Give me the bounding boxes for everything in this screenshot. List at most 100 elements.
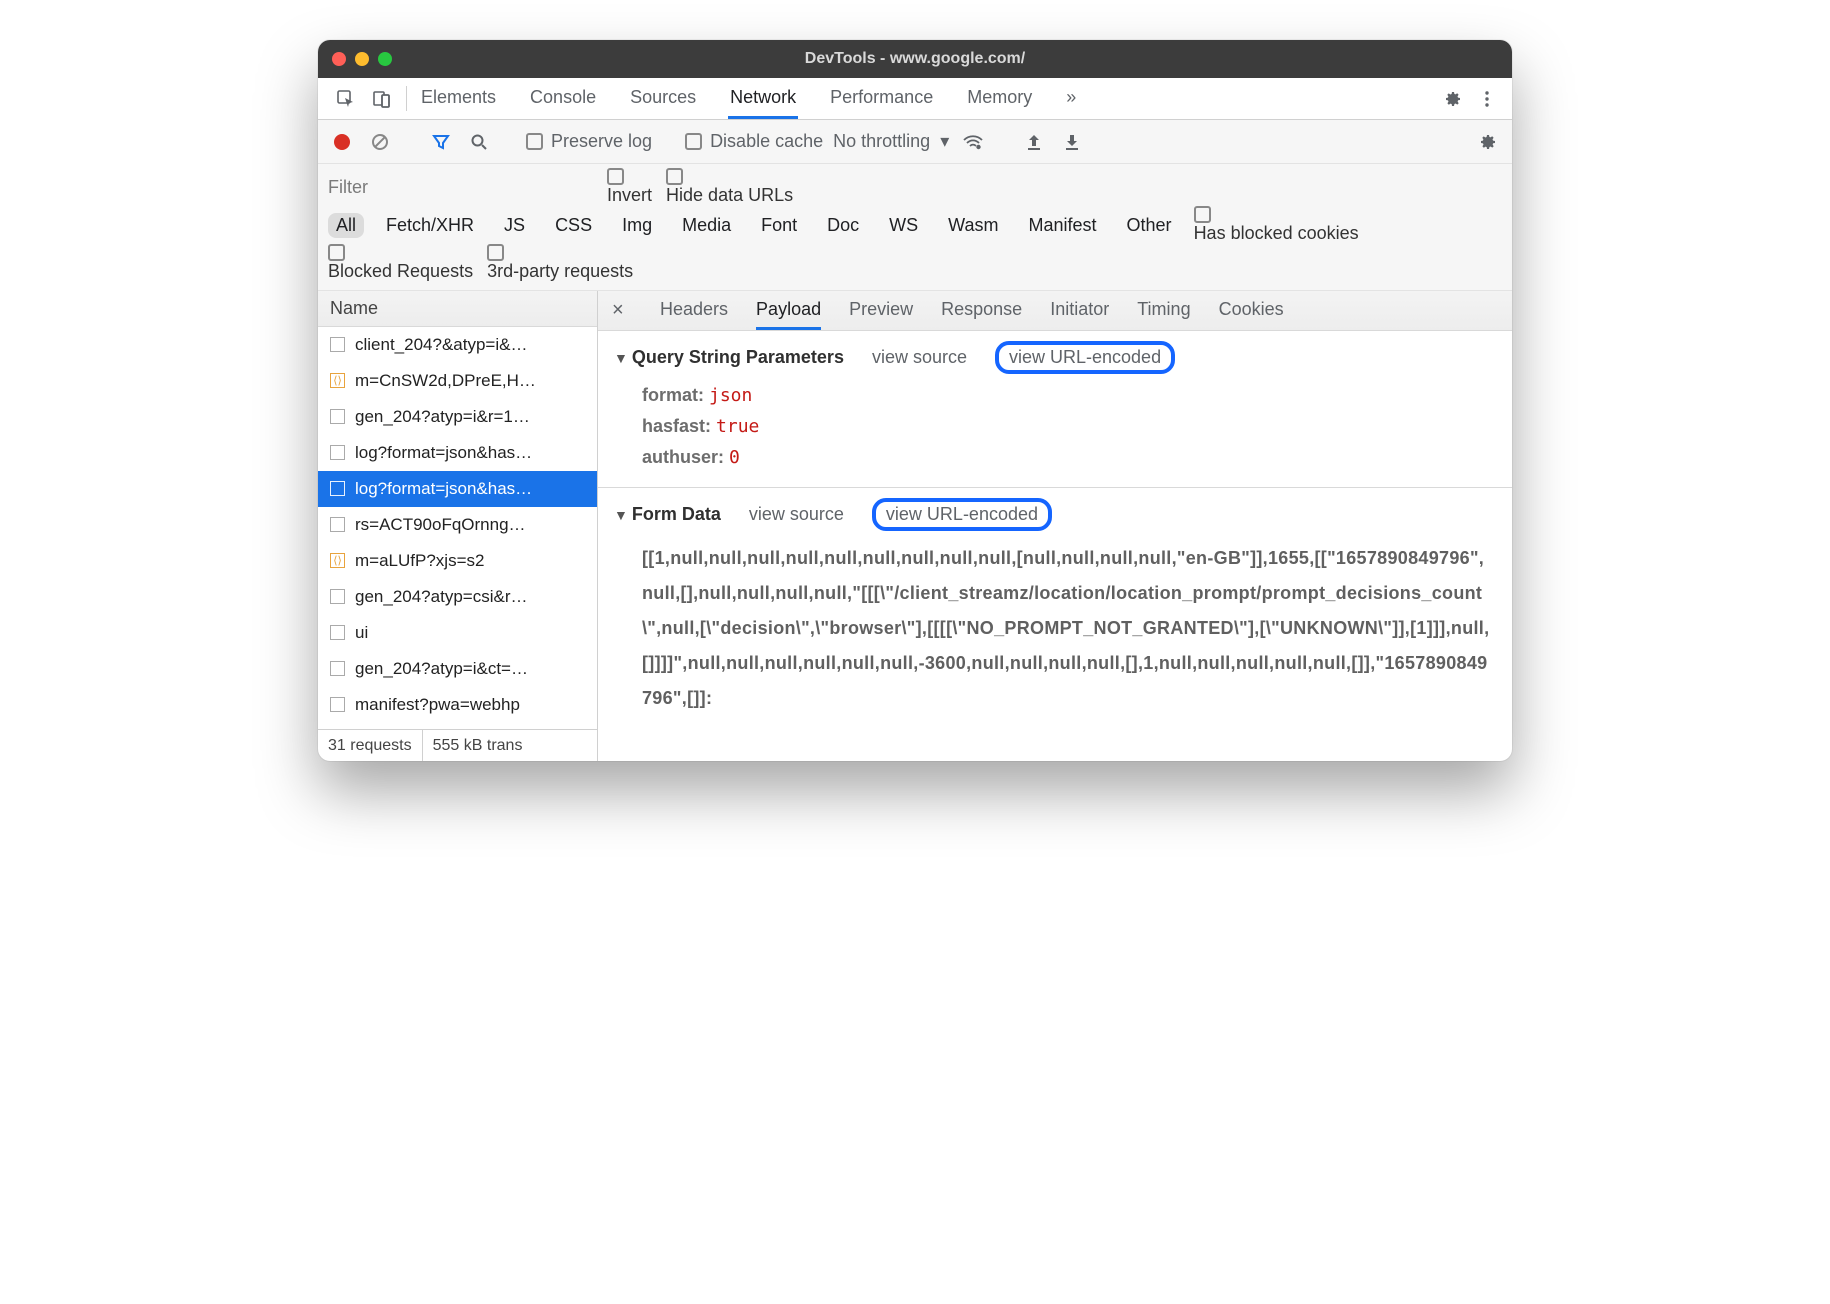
detail-tab-headers[interactable]: Headers — [660, 291, 728, 330]
detail-tab-initiator[interactable]: Initiator — [1050, 291, 1109, 330]
status-transfer: 555 kB trans — [423, 737, 533, 755]
form-data-section: ▼Form Data view source view URL-encoded … — [598, 487, 1512, 730]
request-row[interactable]: ⟨⟩m=CnSW2d,DPreE,H… — [318, 363, 597, 399]
detail-tab-cookies[interactable]: Cookies — [1219, 291, 1284, 330]
filter-icon[interactable] — [427, 133, 455, 151]
invert-label: Invert — [607, 185, 652, 205]
more-tabs-icon[interactable]: » — [1064, 78, 1078, 119]
checkbox-icon — [328, 244, 345, 261]
close-window-button[interactable] — [332, 52, 346, 66]
throttling-select[interactable]: No throttling ▾ — [833, 131, 949, 152]
status-requests: 31 requests — [318, 737, 422, 755]
clear-icon[interactable] — [366, 132, 394, 152]
disclosure-triangle-icon[interactable]: ▼Query String Parameters — [614, 347, 844, 368]
inspect-element-icon[interactable] — [328, 78, 364, 119]
detail-tab-payload[interactable]: Payload — [756, 291, 821, 330]
upload-har-icon[interactable] — [1020, 133, 1048, 151]
close-icon[interactable]: × — [612, 291, 632, 330]
disable-cache-checkbox[interactable]: Disable cache — [685, 131, 823, 152]
request-row[interactable]: manifest?pwa=webhp — [318, 687, 597, 723]
has-blocked-cookies-checkbox[interactable]: Has blocked cookies — [1194, 206, 1359, 244]
detail-tab-timing[interactable]: Timing — [1137, 291, 1190, 330]
request-list: Name client_204?&atyp=i&… ⟨⟩m=CnSW2d,DPre… — [318, 291, 598, 761]
checkbox-icon — [487, 244, 504, 261]
query-param: authuser: 0 — [642, 442, 1496, 473]
tab-sources[interactable]: Sources — [628, 78, 698, 119]
type-filter-other[interactable]: Other — [1119, 213, 1180, 238]
query-param: format: json — [642, 380, 1496, 411]
type-filter-media[interactable]: Media — [674, 213, 739, 238]
tab-network[interactable]: Network — [728, 78, 798, 119]
request-row[interactable]: gen_204?atyp=csi&r… — [318, 579, 597, 615]
param-key: format: — [642, 385, 709, 405]
detail-tab-preview[interactable]: Preview — [849, 291, 913, 330]
request-row[interactable]: rs=ACT90oFqOrnng… — [318, 507, 597, 543]
type-filter-img[interactable]: Img — [614, 213, 660, 238]
third-party-checkbox[interactable]: 3rd-party requests — [487, 244, 633, 282]
request-row[interactable]: log?format=json&has… — [318, 435, 597, 471]
script-file-icon: ⟨⟩ — [330, 373, 345, 388]
device-toolbar-icon[interactable] — [364, 78, 400, 119]
main-tabs-bar: Elements Console Sources Network Perform… — [318, 78, 1512, 120]
request-row[interactable]: log?format=json&has… — [318, 471, 597, 507]
type-filter-fetch-xhr[interactable]: Fetch/XHR — [378, 213, 482, 238]
tab-memory[interactable]: Memory — [965, 78, 1034, 119]
view-url-encoded-link[interactable]: view URL-encoded — [872, 498, 1052, 531]
chevron-down-icon: ▾ — [940, 131, 949, 152]
view-url-encoded-link[interactable]: view URL-encoded — [995, 341, 1175, 374]
request-row[interactable]: ⟨⟩m=aLUfP?xjs=s2 — [318, 543, 597, 579]
document-file-icon — [330, 589, 345, 604]
column-header-name[interactable]: Name — [318, 291, 597, 327]
request-name: gen_204?atyp=csi&r… — [355, 587, 527, 607]
request-row[interactable]: client_204?&atyp=i&… — [318, 327, 597, 363]
request-row[interactable]: gen_204?atyp=i&ct=… — [318, 651, 597, 687]
type-filter-font[interactable]: Font — [753, 213, 805, 238]
param-key: authuser: — [642, 447, 729, 467]
download-har-icon[interactable] — [1058, 133, 1086, 151]
request-detail: × Headers Payload Preview Response Initi… — [598, 291, 1512, 761]
throttling-value: No throttling — [833, 131, 930, 152]
document-file-icon — [330, 661, 345, 676]
type-filter-manifest[interactable]: Manifest — [1021, 213, 1105, 238]
preserve-log-checkbox[interactable]: Preserve log — [526, 131, 652, 152]
network-conditions-icon[interactable] — [959, 133, 987, 151]
view-source-link[interactable]: view source — [749, 504, 844, 525]
type-filter-doc[interactable]: Doc — [819, 213, 867, 238]
record-button[interactable] — [328, 134, 356, 150]
third-party-label: 3rd-party requests — [487, 261, 633, 281]
query-string-section: ▼Query String Parameters view source vie… — [598, 331, 1512, 487]
detail-tab-response[interactable]: Response — [941, 291, 1022, 330]
request-name: log?format=json&has… — [355, 443, 532, 463]
hide-data-urls-checkbox[interactable]: Hide data URLs — [666, 168, 793, 206]
disclosure-triangle-icon[interactable]: ▼Form Data — [614, 504, 721, 525]
type-filter-ws[interactable]: WS — [881, 213, 926, 238]
tab-performance[interactable]: Performance — [828, 78, 935, 119]
view-source-link[interactable]: view source — [872, 347, 967, 368]
blocked-requests-checkbox[interactable]: Blocked Requests — [328, 244, 473, 282]
tab-elements[interactable]: Elements — [419, 78, 498, 119]
tab-console[interactable]: Console — [528, 78, 598, 119]
request-row[interactable]: ui — [318, 615, 597, 651]
gear-icon[interactable] — [1474, 132, 1502, 152]
request-name: manifest?pwa=webhp — [355, 695, 520, 715]
type-filter-js[interactable]: JS — [496, 213, 533, 238]
filter-input[interactable] — [328, 173, 593, 201]
gear-icon[interactable] — [1436, 89, 1470, 109]
invert-checkbox[interactable]: Invert — [607, 168, 652, 206]
param-key: hasfast: — [642, 416, 716, 436]
param-value: true — [716, 416, 759, 437]
kebab-menu-icon[interactable] — [1470, 89, 1504, 109]
type-filter-all[interactable]: All — [328, 213, 364, 238]
hide-data-urls-label: Hide data URLs — [666, 185, 793, 205]
zoom-window-button[interactable] — [378, 52, 392, 66]
type-filter-css[interactable]: CSS — [547, 213, 600, 238]
request-name: client_204?&atyp=i&… — [355, 335, 527, 355]
minimize-window-button[interactable] — [355, 52, 369, 66]
type-filter-wasm[interactable]: Wasm — [940, 213, 1006, 238]
query-param: hasfast: true — [642, 411, 1496, 442]
content-area: Name client_204?&atyp=i&… ⟨⟩m=CnSW2d,DPre… — [318, 291, 1512, 761]
titlebar: DevTools - www.google.com/ — [318, 40, 1512, 78]
request-row[interactable]: gen_204?atyp=i&r=1… — [318, 399, 597, 435]
separator — [406, 86, 407, 111]
search-icon[interactable] — [465, 133, 493, 151]
